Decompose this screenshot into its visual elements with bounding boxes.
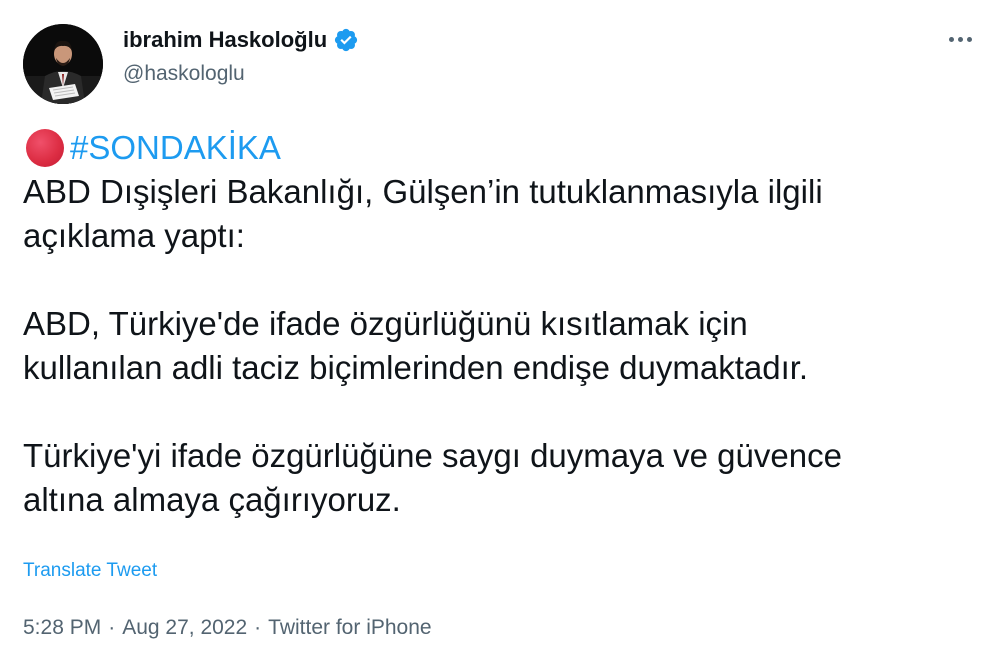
more-dot: [966, 36, 972, 42]
red-circle-emoji-icon: [26, 129, 64, 167]
author-name-row: ibrahim Haskoloğlu: [123, 26, 359, 54]
author-display-name[interactable]: ibrahim Haskoloğlu: [123, 26, 327, 54]
tweet-text: #SONDAKİKA ABD Dışişleri Bakanlığı, Gülş…: [23, 126, 983, 522]
verified-badge-icon: [335, 28, 358, 52]
avatar-image: [23, 24, 103, 104]
translate-tweet-link[interactable]: Translate Tweet: [23, 559, 157, 583]
tweet-card: ibrahim Haskoloğlu @haskologlu #SONDAKİK…: [0, 0, 1005, 663]
tweet-line: ABD Dışişleri Bakanlığı, Gülşen’in tutuk…: [23, 173, 823, 210]
more-dot: [957, 36, 963, 42]
tweet-line: açıklama yaptı:: [23, 217, 245, 254]
meta-separator: ·: [108, 616, 116, 639]
tweet-time[interactable]: 5:28 PM: [23, 615, 101, 641]
tweet-line: Türkiye'yi ifade özgürlüğüne saygı duyma…: [23, 437, 842, 474]
tweet-source[interactable]: Twitter for iPhone: [268, 615, 431, 641]
avatar[interactable]: [23, 24, 103, 104]
more-options-icon[interactable]: [945, 24, 975, 54]
hashtag-link[interactable]: #SONDAKİKA: [70, 126, 281, 170]
more-dot: [948, 36, 954, 42]
tweet-line: ABD, Türkiye'de ifade özgürlüğünü kısıtl…: [23, 305, 748, 342]
tweet-line: altına almaya çağırıyoruz.: [23, 481, 401, 518]
author-handle[interactable]: @haskologlu: [123, 61, 245, 87]
meta-separator: ·: [254, 616, 262, 639]
tweet-meta: 5:28 PM · Aug 27, 2022 · Twitter for iPh…: [23, 615, 432, 641]
hashtag-line: #SONDAKİKA: [23, 126, 983, 170]
tweet-line: kullanılan adli taciz biçimlerinden endi…: [23, 349, 809, 386]
tweet-date[interactable]: Aug 27, 2022: [122, 615, 247, 641]
